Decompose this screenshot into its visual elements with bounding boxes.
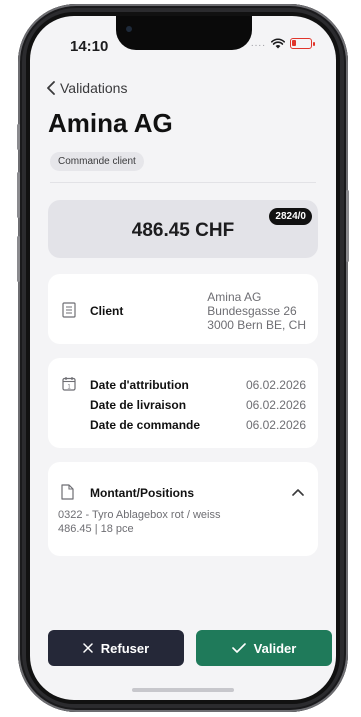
wifi-icon <box>271 38 285 49</box>
page-title: Amina AG <box>48 108 173 138</box>
refuse-label: Refuser <box>100 640 150 656</box>
battery-icon <box>290 38 315 49</box>
amount-card: 486.45 CHF 2824/0 <box>48 200 318 258</box>
position-item-summary: 486.45 | 18 pce <box>58 523 134 535</box>
phone-bezel: 14:10 .... Validations Amina AG Commande… <box>26 12 340 704</box>
app-screen: 14:10 .... Validations Amina AG Commande… <box>30 16 336 700</box>
volume-up-button <box>17 172 20 218</box>
back-button[interactable]: Validations <box>46 80 127 96</box>
refuse-button[interactable]: Refuser <box>48 630 184 666</box>
client-address: Amina AG Bundesgasse 26 3000 Bern BE, CH <box>207 290 306 332</box>
date-label: Date d'attribution <box>90 378 189 392</box>
address-line: 3000 Bern BE, CH <box>207 318 306 332</box>
dates-card: 1 Date d'attribution 06.02.2026 Date de … <box>48 358 318 448</box>
chevron-left-icon <box>47 81 55 95</box>
positions-title: Montant/Positions <box>90 486 194 500</box>
building-icon <box>62 302 76 318</box>
checkmark-icon <box>231 643 246 653</box>
reference-badge: 2824/0 <box>269 208 312 225</box>
status-time: 14:10 <box>70 38 109 55</box>
client-card: Client Amina AG Bundesgasse 26 3000 Bern… <box>48 274 318 344</box>
address-line: Amina AG <box>207 290 262 304</box>
date-value: 06.02.2026 <box>245 418 306 432</box>
chevron-up-icon[interactable] <box>292 488 304 496</box>
validate-label: Valider <box>253 640 297 656</box>
status-icons: .... <box>250 38 315 49</box>
date-row-delivery: Date de livraison 06.02.2026 <box>90 398 306 412</box>
positions-card: Montant/Positions 0322 - Tyro Ablagebox … <box>48 462 318 556</box>
date-value: 06.02.2026 <box>245 378 306 392</box>
front-camera <box>126 26 132 32</box>
date-row-order: Date de commande 06.02.2026 <box>90 418 306 432</box>
position-item-line: 0322 - Tyro Ablagebox rot / weiss <box>58 509 221 521</box>
status-bar: 14:10 .... <box>30 16 336 64</box>
order-type-chip: Commande client <box>50 152 144 171</box>
volume-down-button <box>17 236 20 282</box>
header-divider <box>50 182 316 183</box>
notch <box>116 16 252 50</box>
mute-switch <box>17 124 20 150</box>
close-icon <box>83 643 93 653</box>
document-icon <box>61 484 74 500</box>
power-button <box>346 190 349 262</box>
date-value: 06.02.2026 <box>245 398 306 412</box>
date-label: Date de livraison <box>90 398 187 412</box>
signal-dots: .... <box>250 38 266 49</box>
address-line: Bundesgasse 26 <box>207 304 297 318</box>
validate-button[interactable]: Valider <box>196 630 332 666</box>
date-label: Date de commande <box>90 418 201 432</box>
home-indicator[interactable] <box>132 688 234 692</box>
back-label: Validations <box>60 80 128 96</box>
date-row-attribution: Date d'attribution 06.02.2026 <box>90 378 306 392</box>
client-label: Client <box>90 304 124 318</box>
calendar-icon: 1 <box>62 377 76 391</box>
